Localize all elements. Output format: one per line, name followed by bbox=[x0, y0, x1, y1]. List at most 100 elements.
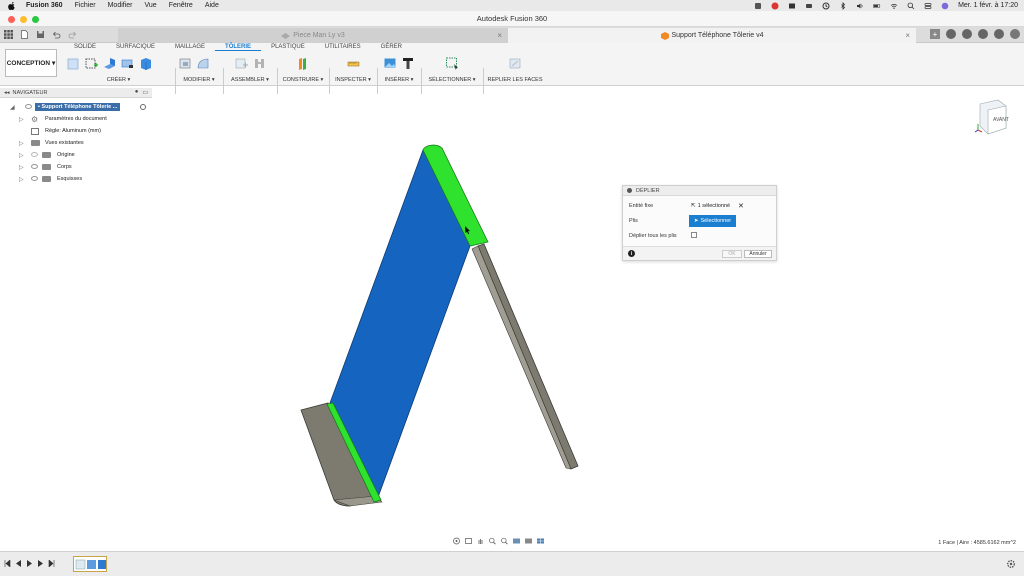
create-sketch-icon[interactable] bbox=[84, 56, 99, 71]
group-label-inspecter[interactable]: INSPECTER ▾ bbox=[332, 77, 374, 83]
insert-mcmaster-icon[interactable] bbox=[401, 56, 416, 71]
group-label-modifier[interactable]: MODIFIER ▾ bbox=[178, 77, 220, 83]
group-label-assembler[interactable]: ASSEMBLER ▾ bbox=[226, 77, 274, 83]
viewports-icon[interactable] bbox=[536, 537, 545, 545]
flange-icon[interactable] bbox=[102, 56, 117, 71]
tab-solide[interactable]: SOLIDE bbox=[64, 44, 106, 51]
new-component-icon[interactable] bbox=[234, 56, 249, 71]
unfold-all-checkbox[interactable] bbox=[691, 232, 697, 238]
control-center-icon[interactable] bbox=[924, 2, 932, 10]
group-construire: CONSTRUIRE ▾ bbox=[280, 54, 326, 84]
back-leg-face[interactable] bbox=[477, 243, 579, 470]
notifications-icon[interactable] bbox=[962, 29, 972, 39]
group-creer: CRÉER ▾ bbox=[66, 54, 171, 84]
orbit-icon[interactable] bbox=[452, 537, 461, 545]
measure-icon[interactable] bbox=[346, 56, 361, 71]
group-label-inserer[interactable]: INSÉRER ▾ bbox=[380, 77, 418, 83]
clear-selection-icon[interactable]: ✕ bbox=[738, 202, 744, 210]
status-app-icon[interactable] bbox=[754, 2, 762, 10]
menubar-clock[interactable]: Mer. 1 févr. à 17:20 bbox=[958, 2, 1018, 9]
navigation-toolbar bbox=[452, 536, 545, 546]
document-icon bbox=[281, 32, 291, 39]
file-menu-icon[interactable] bbox=[20, 30, 29, 39]
tab-plastique[interactable]: PLASTIQUE bbox=[261, 44, 315, 51]
grid-settings-icon[interactable] bbox=[524, 537, 533, 545]
status-app-icon[interactable] bbox=[788, 2, 796, 10]
new-tab-button[interactable]: + bbox=[930, 29, 940, 39]
box-icon[interactable] bbox=[138, 56, 153, 71]
new-component-icon[interactable] bbox=[66, 56, 81, 71]
insert-image-icon[interactable] bbox=[383, 56, 398, 71]
look-at-icon[interactable] bbox=[464, 537, 473, 545]
go-to-end-icon[interactable] bbox=[48, 560, 55, 567]
settings-icon[interactable] bbox=[978, 29, 988, 39]
wifi-icon[interactable] bbox=[890, 2, 898, 10]
menu-modifier[interactable]: Modifier bbox=[108, 2, 133, 9]
volume-icon[interactable] bbox=[856, 2, 864, 10]
select-window-icon[interactable] bbox=[445, 56, 460, 71]
select-bends-button[interactable]: ➤ Sélectionner bbox=[689, 215, 736, 227]
fixed-entity-selection[interactable]: ⇱ 1 sélectionné ✕ bbox=[691, 202, 744, 210]
group-label-construire[interactable]: CONSTRUIRE ▾ bbox=[280, 77, 326, 83]
group-label-creer[interactable]: CRÉER ▾ bbox=[66, 77, 171, 83]
press-pull-icon[interactable] bbox=[178, 56, 193, 71]
workspace-selector[interactable]: CONCEPTION ▾ bbox=[5, 49, 57, 77]
tab-tolerie[interactable]: TÔLERIE bbox=[215, 44, 262, 51]
back-leg-edge[interactable] bbox=[471, 245, 572, 470]
pan-hand-icon[interactable] bbox=[476, 537, 485, 545]
close-tab-icon[interactable]: × bbox=[497, 31, 502, 40]
step-forward-icon[interactable] bbox=[37, 560, 44, 567]
3d-viewport[interactable] bbox=[0, 86, 1024, 551]
toolbar-ribbon: CONCEPTION ▾ SOLIDE SURFACIQUE MAILLAGE … bbox=[0, 43, 1024, 94]
unfold-tool-icon[interactable] bbox=[196, 56, 211, 71]
clock-icon[interactable] bbox=[822, 2, 830, 10]
menu-fichier[interactable]: Fichier bbox=[75, 2, 96, 9]
menu-fenetre[interactable]: Fenêtre bbox=[169, 2, 193, 9]
group-label-replier[interactable]: REPLIER LES FACES bbox=[486, 77, 544, 83]
contour-flange-icon[interactable] bbox=[120, 56, 135, 71]
search-icon[interactable] bbox=[907, 2, 915, 10]
save-icon[interactable] bbox=[36, 30, 45, 39]
close-tab-icon[interactable]: × bbox=[905, 31, 910, 40]
tab-gerer[interactable]: GÉRER bbox=[371, 44, 412, 51]
status-app-icon[interactable] bbox=[805, 2, 813, 10]
siri-icon[interactable] bbox=[941, 2, 949, 10]
play-icon[interactable] bbox=[26, 560, 33, 567]
zoom-icon[interactable] bbox=[488, 537, 497, 545]
joint-icon[interactable] bbox=[252, 56, 267, 71]
timeline-features[interactable] bbox=[73, 556, 107, 572]
apple-icon[interactable] bbox=[8, 1, 16, 10]
group-label-selectionner[interactable]: SÉLECTIONNER ▾ bbox=[424, 77, 480, 83]
zoom-window-icon[interactable] bbox=[500, 537, 509, 545]
bluetooth-icon[interactable] bbox=[839, 1, 847, 10]
info-icon[interactable]: i bbox=[628, 250, 635, 257]
go-to-start-icon[interactable] bbox=[4, 560, 11, 567]
status-red-app-icon[interactable] bbox=[771, 2, 779, 10]
undo-icon[interactable] bbox=[52, 30, 61, 39]
unfold-all-label: Déplier tous les plis bbox=[629, 233, 677, 239]
cancel-button[interactable]: Annuler bbox=[744, 250, 772, 258]
timeline-settings-gear-icon[interactable] bbox=[1006, 559, 1016, 569]
tab-utilitaires[interactable]: UTILITAIRES bbox=[315, 44, 371, 51]
job-status-icon[interactable] bbox=[946, 29, 956, 39]
doc-tab-piece-man-ly[interactable]: Piece Man Ly v3 × bbox=[118, 28, 508, 43]
help-icon[interactable] bbox=[994, 29, 1004, 39]
ok-button[interactable]: OK bbox=[722, 250, 742, 258]
tab-maillage[interactable]: MAILLAGE bbox=[165, 44, 215, 51]
refold-faces-icon[interactable] bbox=[508, 56, 523, 71]
battery-icon[interactable] bbox=[873, 2, 881, 10]
menu-aide[interactable]: Aide bbox=[205, 2, 219, 9]
redo-icon[interactable] bbox=[68, 30, 77, 39]
display-settings-icon[interactable] bbox=[512, 537, 521, 545]
menu-vue[interactable]: Vue bbox=[145, 2, 157, 9]
offset-plane-icon[interactable] bbox=[296, 56, 311, 71]
step-back-icon[interactable] bbox=[15, 560, 22, 567]
viewcube-icon[interactable]: AVANT bbox=[972, 96, 1012, 140]
menu-app-name[interactable]: Fusion 360 bbox=[26, 2, 63, 9]
doc-tab-support-telephone[interactable]: Support Téléphone Tôlerie v4 × bbox=[508, 28, 916, 43]
tab-surfacique[interactable]: SURFACIQUE bbox=[106, 44, 165, 51]
dialog-collapse-icon[interactable] bbox=[627, 188, 632, 193]
dialog-header[interactable]: DÉPLIER bbox=[623, 186, 776, 196]
avatar[interactable] bbox=[1010, 29, 1020, 39]
grid-menu-icon[interactable] bbox=[4, 30, 13, 39]
